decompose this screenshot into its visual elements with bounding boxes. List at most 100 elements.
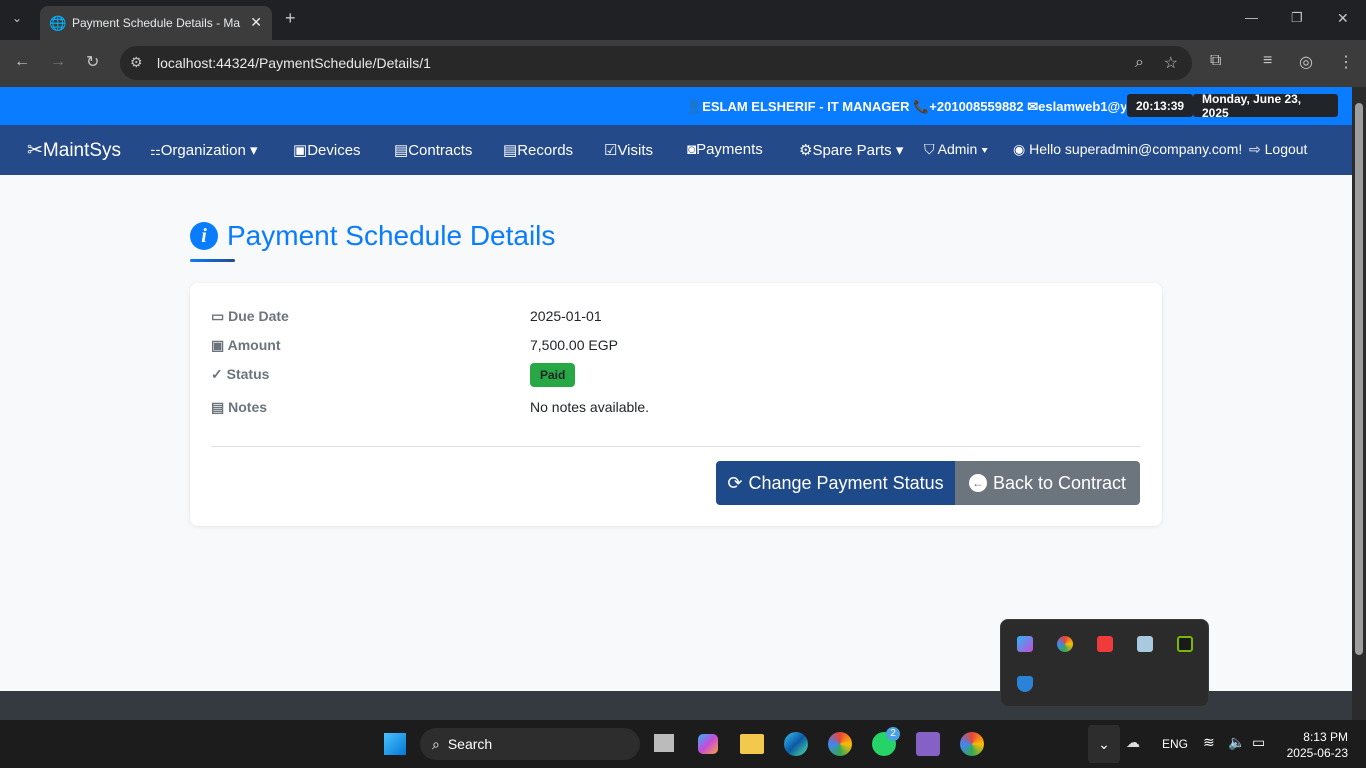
label-text: Notes: [228, 399, 268, 415]
nav-admin[interactable]: ⛉ Admin ▾: [924, 141, 988, 158]
notification-badge: 2: [886, 727, 900, 741]
nav-label: Records: [517, 142, 574, 159]
brand[interactable]: ✂MaintSys: [27, 139, 121, 162]
visual-studio-icon[interactable]: [916, 732, 940, 756]
taskbar-search[interactable]: ⌕ Search: [420, 728, 640, 760]
notes-value: No notes available.: [530, 399, 650, 415]
person-icon: 👤: [686, 99, 703, 114]
chrome-tray-icon[interactable]: [1057, 636, 1073, 652]
label-text: Due Date: [228, 308, 289, 324]
anydesk-tray-icon[interactable]: [1097, 636, 1113, 652]
battery-icon[interactable]: ▭: [1252, 734, 1265, 751]
nav-payments[interactable]: ◙Payments: [687, 141, 763, 158]
site-info-icon[interactable]: ⚙: [130, 54, 143, 71]
task-view-icon[interactable]: [654, 734, 674, 752]
divider: [211, 446, 1141, 447]
chrome-dev-icon[interactable]: [960, 732, 984, 756]
calendar-icon: ▭: [211, 308, 225, 324]
storage-tray-icon[interactable]: [1137, 636, 1153, 652]
nav-contracts[interactable]: ▤Contracts: [394, 141, 472, 159]
window-close-icon[interactable]: ✕: [1337, 10, 1349, 27]
back-icon[interactable]: ←: [14, 53, 30, 71]
clock-time: 8:13 PM: [1303, 730, 1348, 744]
field-notes-label: ▤ Notes: [211, 399, 267, 416]
calendar-check-icon: ☑: [604, 142, 618, 159]
file-explorer-icon[interactable]: [740, 734, 764, 754]
onedrive-icon[interactable]: ☁: [1126, 734, 1140, 751]
copilot-tray-icon[interactable]: [1017, 636, 1033, 652]
defender-tray-icon[interactable]: [1017, 676, 1033, 692]
user-name: ESLAM ELSHERIF - IT MANAGER: [702, 99, 910, 114]
url-text: localhost:44324/PaymentSchedule/Details/…: [157, 55, 431, 71]
file-icon: ▤: [394, 142, 409, 159]
logout-text: Logout: [1264, 141, 1308, 157]
envelope-icon: ✉: [1027, 99, 1039, 114]
extensions-icon[interactable]: ⧉: [1210, 52, 1221, 70]
logout-icon: ⇨: [1249, 141, 1261, 157]
change-payment-status-button[interactable]: ⟳ Change Payment Status: [716, 461, 955, 505]
field-status-label: ✓ Status: [211, 366, 269, 383]
close-tab-icon[interactable]: ✕: [250, 14, 262, 31]
forward-icon[interactable]: →: [50, 53, 66, 71]
button-label: Change Payment Status: [748, 472, 944, 493]
clock-date: 2025-06-23: [1286, 746, 1348, 760]
nav-label: Spare Parts: [812, 142, 892, 159]
journal-icon: ▤: [503, 142, 518, 159]
globe-icon: 🌐: [49, 15, 67, 31]
arrow-left-circle-icon: ←: [968, 474, 987, 492]
nav-label: Visits: [617, 142, 654, 159]
gear-icon: ⚙: [799, 142, 813, 159]
cash-icon: ▣: [211, 337, 225, 353]
email: eslamweb1@yaho: [1038, 99, 1126, 114]
chrome-icon[interactable]: [828, 732, 852, 756]
nav-spare-parts[interactable]: ⚙Spare Parts ▾: [799, 141, 903, 159]
nav-visits[interactable]: ☑Visits: [604, 141, 653, 159]
url-bar[interactable]: ⚙ localhost:44324/PaymentSchedule/Detail…: [120, 46, 1192, 80]
menu-icon[interactable]: ⋮: [1338, 52, 1354, 72]
nav-label: Devices: [307, 142, 361, 159]
nav-hello[interactable]: ◉ Hello superadmin@company.com!: [1013, 141, 1242, 158]
field-due-date-label: ▭ Due Date: [211, 308, 289, 325]
shield-icon: ⛉: [924, 141, 935, 157]
logout-link[interactable]: ⇨ Logout: [1249, 141, 1307, 158]
media-icon[interactable]: ≡: [1263, 52, 1272, 70]
reload-icon[interactable]: ↻: [86, 52, 99, 72]
bookmark-star-icon[interactable]: ☆: [1164, 53, 1178, 73]
date: Monday, June 23, 2025: [1193, 92, 1338, 120]
profile-icon[interactable]: ◎: [1299, 52, 1313, 72]
copilot-icon[interactable]: [698, 734, 718, 754]
scrollbar[interactable]: [1352, 87, 1366, 720]
zoom-icon[interactable]: ⌕: [1135, 54, 1144, 72]
language-indicator[interactable]: ENG: [1162, 737, 1188, 751]
title-underline: [190, 259, 235, 262]
journal-icon: ▤: [211, 399, 225, 415]
show-hidden-icons-chevron-icon[interactable]: ⌄: [1088, 725, 1120, 763]
cash-coin-icon: ◙: [687, 141, 697, 158]
info-icon: i: [190, 222, 218, 250]
minimize-icon[interactable]: —: [1245, 10, 1258, 25]
hello-text: Hello superadmin@company.com!: [1029, 141, 1243, 157]
taskbar: ⌕ Search 2 ⌄ ☁ ENG ≋ 🔈 ▭ 8:13 PM 2025-06-2…: [0, 720, 1366, 768]
nvidia-tray-icon[interactable]: [1177, 636, 1193, 652]
new-tab-icon[interactable]: +: [285, 8, 296, 29]
browser-tab[interactable]: 🌐 Payment Schedule Details - Ma ✕: [40, 6, 272, 40]
tab-list-icon[interactable]: ⌄: [12, 11, 22, 25]
windows-start-icon[interactable]: [384, 733, 406, 755]
amount-value: 7,500.00 EGP: [530, 337, 618, 353]
nav-organization[interactable]: ⚏Organization ▾: [150, 141, 258, 159]
restore-icon[interactable]: ❐: [1291, 10, 1303, 26]
phone-icon: 📞: [913, 99, 930, 114]
edge-icon[interactable]: [784, 732, 808, 756]
back-to-contract-button[interactable]: ← Back to Contract: [955, 461, 1140, 505]
clock: 20:13:39: [1127, 94, 1194, 117]
scrollbar-thumb[interactable]: [1355, 103, 1363, 655]
nav-records[interactable]: ▤Records: [503, 141, 573, 159]
sitemap-icon: ⚏: [150, 144, 161, 158]
nav-devices[interactable]: ▣Devices: [293, 141, 361, 159]
page-content: i Payment Schedule Details ▭ Due Date 20…: [0, 175, 1352, 691]
wifi-icon[interactable]: ≋: [1203, 734, 1215, 751]
search-label: Search: [447, 736, 493, 752]
system-clock[interactable]: 8:13 PM 2025-06-23: [1282, 729, 1348, 761]
volume-icon[interactable]: 🔈: [1228, 734, 1245, 751]
person-circle-icon: ◉: [1013, 141, 1026, 157]
